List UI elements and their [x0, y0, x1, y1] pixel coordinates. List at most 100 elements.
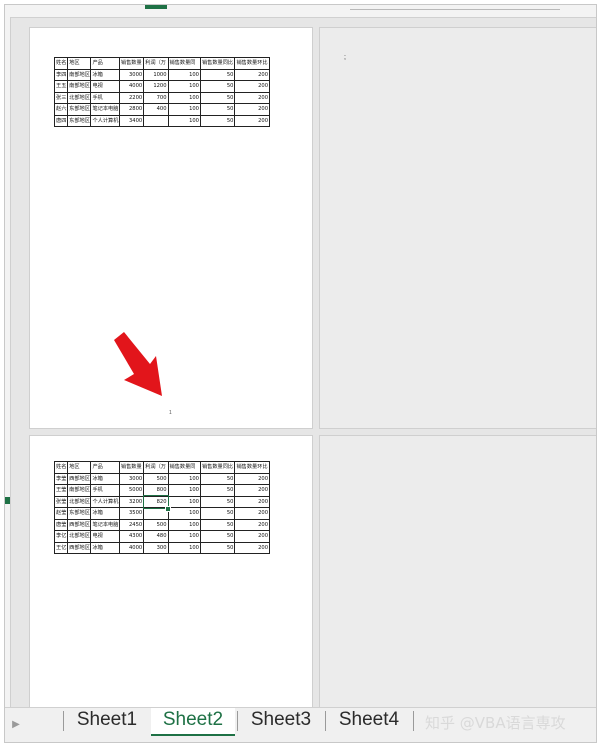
table-cell[interactable]: 100 — [167, 507, 201, 520]
table-cell[interactable]: 500 — [143, 472, 169, 485]
table-cell[interactable]: 200 — [234, 103, 270, 116]
header-cell[interactable]: 销售数量同 — [167, 57, 201, 70]
table-cell[interactable]: 800 — [143, 484, 169, 497]
table-cell[interactable]: 电视 — [90, 80, 120, 93]
table-cell[interactable]: 冰箱 — [90, 68, 120, 81]
table-cell[interactable]: 笔记本电脑 — [90, 518, 120, 531]
table-cell[interactable]: 50 — [199, 518, 236, 531]
print-page-3[interactable]: 姓名 地区 产品 销售数量 利润（万 销售数量同 销售数量同比 销售数量环比 李莹 西部地区 冰箱 3… — [29, 435, 313, 709]
table-cell[interactable]: 1200 — [143, 80, 169, 93]
header-cell[interactable]: 产品 — [90, 461, 120, 474]
table-cell[interactable]: 50 — [199, 80, 236, 93]
header-cell[interactable]: 利润（万 — [143, 461, 169, 474]
table-cell[interactable]: 500 — [143, 518, 169, 531]
table-cell[interactable]: 冰箱 — [90, 541, 120, 554]
table-cell[interactable]: 唐四 — [53, 114, 69, 127]
table-cell[interactable]: 200 — [234, 541, 270, 554]
tab-sheet1[interactable]: Sheet1 — [65, 708, 149, 734]
table-cell[interactable]: 西部地区 — [67, 541, 92, 554]
table-cell[interactable]: 西部地区 — [67, 518, 92, 531]
table-cell[interactable]: 100 — [167, 80, 201, 93]
header-cell[interactable]: 地区 — [67, 57, 92, 70]
table-cell[interactable]: 冰箱 — [90, 472, 120, 485]
table-cell[interactable]: 3000 — [118, 68, 145, 81]
table-cell[interactable]: 50 — [199, 541, 236, 554]
header-cell[interactable]: 销售数量同 — [167, 461, 201, 474]
table-cell[interactable]: 东部地区 — [67, 507, 92, 520]
header-cell[interactable]: 产品 — [90, 57, 120, 70]
table-cell[interactable]: 200 — [234, 472, 270, 485]
table-cell[interactable]: 唐莹 — [53, 518, 69, 531]
table-cell[interactable]: 电视 — [90, 530, 120, 543]
table-cell[interactable]: 100 — [167, 103, 201, 116]
table-cell[interactable]: 50 — [199, 91, 236, 104]
table-cell[interactable]: 王莹 — [53, 484, 69, 497]
fill-handle[interactable] — [165, 506, 171, 512]
print-page-1[interactable]: 姓名 地区 产品 销售数量 利润（万 销售数量同 销售数量同比 销售数量环比 李四 南部地区 冰箱 3… — [29, 27, 313, 429]
table-cell[interactable]: 东部地区 — [67, 114, 92, 127]
table-cell[interactable]: 李亿 — [53, 530, 69, 543]
table-cell[interactable]: 笔记本电脑 — [90, 103, 120, 116]
table-cell[interactable]: 西部地区 — [67, 472, 92, 485]
table-cell[interactable]: 3500 — [118, 507, 145, 520]
table-cell[interactable]: 1000 — [143, 68, 169, 81]
table-cell[interactable]: 个人计算机 — [90, 495, 120, 508]
table-cell[interactable]: 200 — [234, 530, 270, 543]
table-cell[interactable]: 200 — [234, 80, 270, 93]
table-cell[interactable]: 200 — [234, 68, 270, 81]
table-cell[interactable]: 个人计算机 — [90, 114, 120, 127]
header-cell[interactable]: 姓名 — [53, 57, 69, 70]
table-cell[interactable]: 100 — [167, 91, 201, 104]
table-cell[interactable]: 南部地区 — [67, 80, 92, 93]
table-cell[interactable]: 100 — [167, 484, 201, 497]
table-cell[interactable]: 50 — [199, 495, 236, 508]
table-cell[interactable]: 200 — [234, 484, 270, 497]
table-cell[interactable]: 3000 — [118, 472, 145, 485]
table-cell[interactable]: 王亿 — [53, 541, 69, 554]
header-cell[interactable]: 地区 — [67, 461, 92, 474]
table-cell[interactable]: 南部地区 — [67, 484, 92, 497]
table-cell[interactable]: 50 — [199, 68, 236, 81]
table-cell[interactable]: 200 — [234, 91, 270, 104]
table-cell[interactable]: 100 — [167, 68, 201, 81]
table-cell[interactable]: 2200 — [118, 91, 145, 104]
table-cell[interactable]: 700 — [143, 91, 169, 104]
header-cell[interactable]: 姓名 — [53, 461, 69, 474]
table-cell[interactable]: 2450 — [118, 518, 145, 531]
header-cell[interactable]: 销售数量环比 — [234, 461, 270, 474]
table-cell[interactable]: 赵莹 — [53, 507, 69, 520]
table-cell[interactable]: 4000 — [118, 541, 145, 554]
table-cell[interactable]: 300 — [143, 541, 169, 554]
table-cell[interactable]: 50 — [199, 507, 236, 520]
table-cell[interactable]: 4000 — [118, 80, 145, 93]
tab-sheet3[interactable]: Sheet3 — [239, 708, 323, 734]
table-cell[interactable]: 100 — [167, 530, 201, 543]
table-cell[interactable]: 北部地区 — [67, 495, 92, 508]
table-cell[interactable]: 200 — [234, 518, 270, 531]
table-cell[interactable]: 手机 — [90, 484, 120, 497]
table-cell[interactable]: 100 — [167, 518, 201, 531]
table-cell[interactable]: 北部地区 — [67, 530, 92, 543]
table-cell[interactable]: 200 — [234, 507, 270, 520]
table-cell[interactable]: 张三 — [53, 91, 69, 104]
header-cell[interactable]: 销售数量同比 — [199, 57, 236, 70]
header-cell[interactable]: 销售数量 — [118, 461, 145, 474]
table-cell[interactable]: 100 — [167, 495, 201, 508]
table-cell[interactable]: 200 — [234, 114, 270, 127]
table-cell[interactable]: 北部地区 — [67, 91, 92, 104]
table-cell[interactable]: 100 — [167, 541, 201, 554]
table-cell[interactable]: 冰箱 — [90, 507, 120, 520]
scroll-left-icon[interactable]: ▶ — [11, 718, 21, 732]
table-cell[interactable]: 3200 — [118, 495, 145, 508]
table-cell[interactable]: 李莹 — [53, 472, 69, 485]
table-cell[interactable]: 手机 — [90, 91, 120, 104]
table-cell[interactable]: 100 — [167, 114, 201, 127]
table-cell[interactable]: 赵六 — [53, 103, 69, 116]
table-cell[interactable]: 200 — [234, 495, 270, 508]
header-cell[interactable]: 销售数量同比 — [199, 461, 236, 474]
table-cell[interactable] — [143, 114, 169, 127]
header-cell[interactable]: 销售数量 — [118, 57, 145, 70]
table-cell[interactable]: 王五 — [53, 80, 69, 93]
table-cell[interactable]: 50 — [199, 472, 236, 485]
table-cell[interactable]: 南部地区 — [67, 68, 92, 81]
